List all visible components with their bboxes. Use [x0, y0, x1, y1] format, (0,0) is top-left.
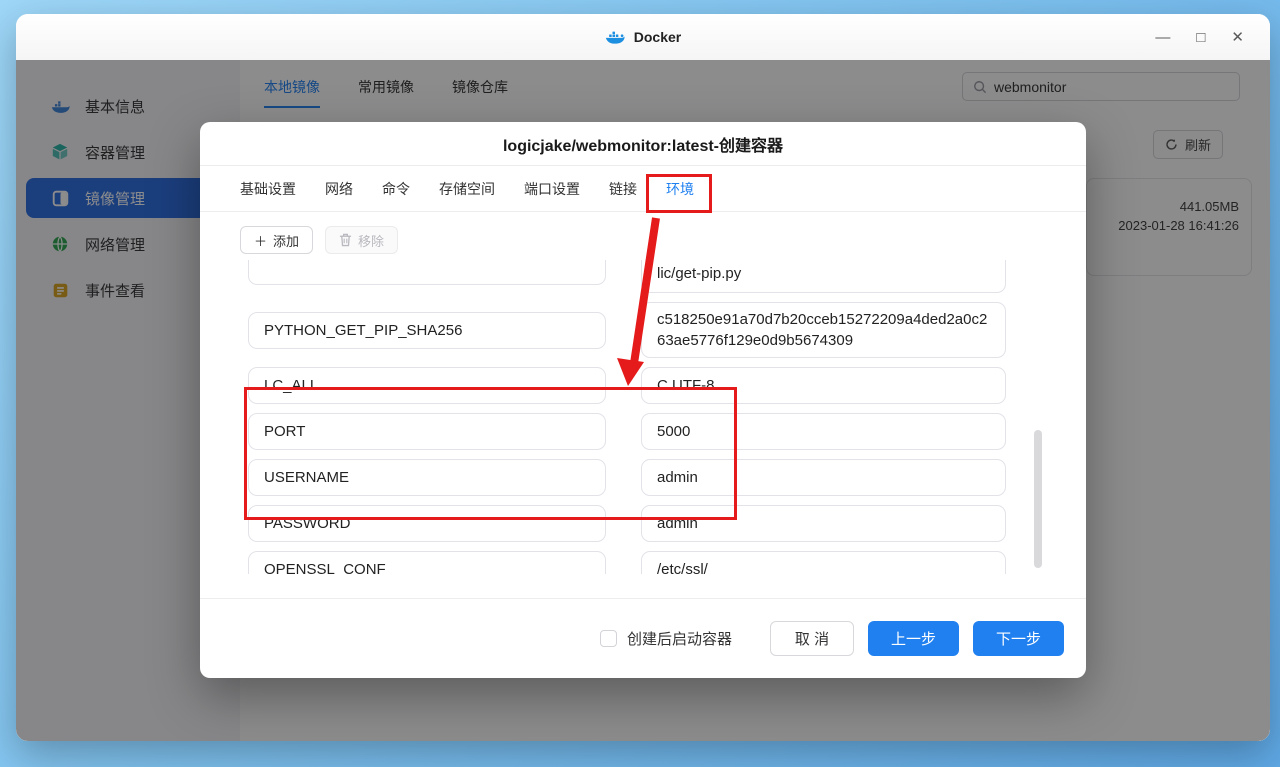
docker-whale-icon [605, 29, 625, 45]
start-after-create-checkbox[interactable] [600, 630, 617, 647]
modal-title: logicjake/webmonitor:latest-创建容器 [200, 122, 1086, 166]
env-row: LC_ALL C.UTF-8 [248, 367, 1086, 404]
tab-links[interactable]: 链接 [609, 179, 637, 199]
env-row: USERNAME admin [248, 459, 1086, 496]
add-env-label: 添加 [273, 231, 299, 250]
env-value-input[interactable]: admin [641, 505, 1006, 542]
start-after-create-label: 创建后启动容器 [627, 628, 732, 649]
env-name-input[interactable]: LC_ALL [248, 367, 606, 404]
plus-icon: ＋ [254, 231, 267, 250]
titlebar: Docker — □ ✕ [16, 14, 1270, 60]
tab-ports[interactable]: 端口设置 [524, 179, 580, 199]
next-step-button[interactable]: 下一步 [973, 621, 1064, 656]
minimize-button[interactable]: — [1155, 30, 1170, 45]
env-name-input[interactable]: PORT [248, 413, 606, 450]
add-env-button[interactable]: ＋ 添加 [240, 226, 313, 254]
env-row: PYTHON_GET_PIP_SHA256 c518250e91a70d7b20… [248, 302, 1086, 358]
env-row: lic/get-pip.py [248, 260, 1086, 293]
tab-basic-settings[interactable]: 基础设置 [240, 179, 296, 199]
window-title: Docker [634, 29, 681, 45]
tab-network[interactable]: 网络 [325, 179, 353, 199]
env-row: PORT 5000 [248, 413, 1086, 450]
modal-footer: 创建后启动容器 取 消 上一步 下一步 [200, 598, 1086, 678]
trash-icon [339, 233, 352, 247]
env-name-input[interactable]: USERNAME [248, 459, 606, 496]
cancel-button[interactable]: 取 消 [770, 621, 854, 656]
env-value-input[interactable]: admin [641, 459, 1006, 496]
env-toolbar: ＋ 添加 移除 [200, 212, 1086, 254]
env-value-input[interactable]: C.UTF-8 [641, 367, 1006, 404]
window-controls: — □ ✕ [1155, 14, 1244, 60]
env-name-input[interactable]: PYTHON_GET_PIP_SHA256 [248, 312, 606, 349]
env-name-input[interactable]: PASSWORD [248, 505, 606, 542]
env-value-input[interactable]: lic/get-pip.py [641, 260, 1006, 293]
env-name-input[interactable]: OPENSSL_CONF [248, 551, 606, 574]
app-body: 基本信息 容器管理 镜像管理 [16, 60, 1270, 741]
create-container-modal: logicjake/webmonitor:latest-创建容器 基础设置 网络… [200, 122, 1086, 678]
start-after-create-group: 创建后启动容器 [600, 628, 732, 649]
remove-env-button[interactable]: 移除 [325, 226, 398, 254]
maximize-button[interactable]: □ [1196, 30, 1205, 45]
env-row: PASSWORD admin [248, 505, 1086, 542]
remove-env-label: 移除 [358, 231, 384, 250]
env-value-input[interactable]: /etc/ssl/ [641, 551, 1006, 574]
scrollbar-thumb[interactable] [1034, 430, 1042, 568]
window-title-group: Docker [605, 29, 681, 45]
tab-environment[interactable]: 环境 [666, 179, 694, 199]
app-window: Docker — □ ✕ 基本信息 [16, 14, 1270, 741]
env-variable-list: lic/get-pip.py PYTHON_GET_PIP_SHA256 c51… [200, 260, 1086, 574]
env-value-input[interactable]: c518250e91a70d7b20cceb15272209a4ded2a0c2… [641, 302, 1006, 358]
env-name-input[interactable] [248, 260, 606, 285]
tab-storage[interactable]: 存储空间 [439, 179, 495, 199]
previous-step-button[interactable]: 上一步 [868, 621, 959, 656]
env-value-input[interactable]: 5000 [641, 413, 1006, 450]
close-button[interactable]: ✕ [1231, 30, 1244, 45]
env-row: OPENSSL_CONF /etc/ssl/ [248, 551, 1086, 574]
modal-tabs: 基础设置 网络 命令 存储空间 端口设置 链接 环境 [200, 166, 1086, 212]
tab-command[interactable]: 命令 [382, 179, 410, 199]
